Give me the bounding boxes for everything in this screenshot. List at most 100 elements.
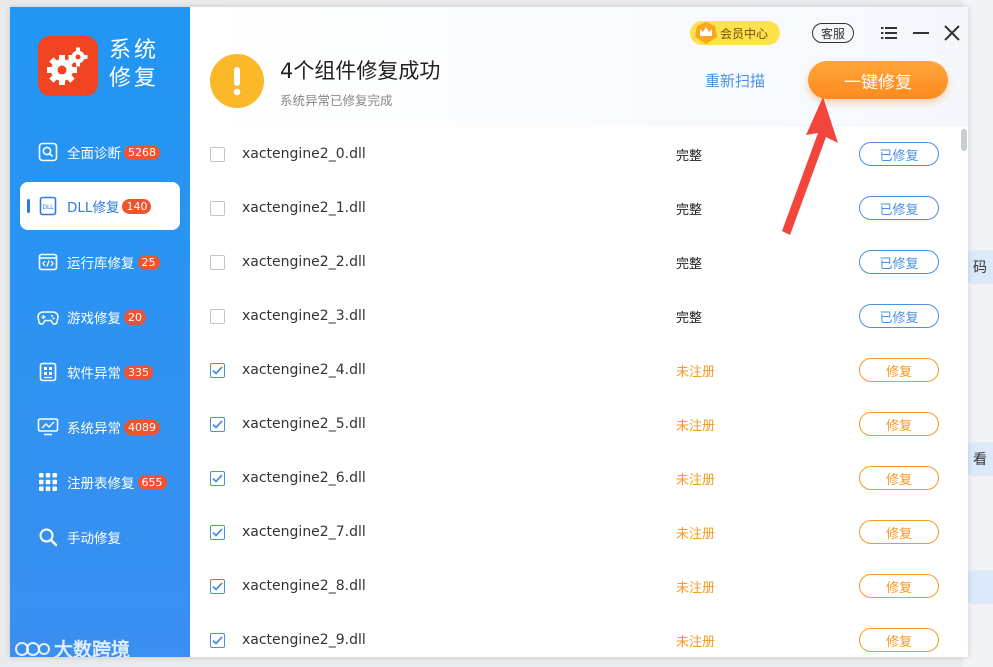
app-name-line1: 系统: [109, 38, 160, 63]
sidebar-item-label: DLL修复: [67, 200, 120, 216]
sidebar-item-runtime-repair[interactable]: 运行库修复 25: [20, 238, 180, 286]
sidebar-item-manual-repair[interactable]: 手动修复: [20, 513, 180, 561]
background-chip: 看: [967, 442, 993, 476]
sidebar-item-dll-repair[interactable]: DLL DLL修复 140: [20, 182, 180, 230]
checkmark-icon: [212, 581, 223, 591]
sidebar-item-system-error[interactable]: 系统异常 4089: [20, 403, 180, 451]
row-checkbox[interactable]: [210, 416, 225, 432]
row-checkbox[interactable]: [210, 578, 225, 594]
checkmark-icon: [212, 419, 223, 429]
sidebar-item-registry-repair[interactable]: 注册表修复 655: [20, 458, 180, 506]
sidebar-item-game-repair[interactable]: 游戏修复 20: [20, 293, 180, 341]
sidebar-item-label: 游戏修复: [67, 311, 121, 327]
app-logo: [38, 36, 98, 96]
watermark: 大数跨境: [14, 635, 130, 657]
file-name: xactengine2_1.dll: [242, 200, 366, 216]
sidebar-item-label: 手动修复: [67, 531, 121, 547]
table-row: xactengine2_6.dll 未注册 修复: [190, 451, 960, 505]
sidebar-item-full-diagnosis[interactable]: 全面诊断 5268: [20, 128, 180, 176]
app-window: 系统 修复 全面诊断 5268 DLL DLL修复 140 运行库修复 25 游…: [10, 7, 968, 657]
row-checkbox[interactable]: [210, 470, 225, 486]
row-checkbox[interactable]: [210, 200, 225, 216]
repair-button[interactable]: 修复: [859, 628, 939, 652]
row-checkbox[interactable]: [210, 632, 225, 648]
sidebar-item-label: 运行库修复: [67, 256, 135, 272]
count-badge: 335: [124, 364, 153, 380]
gear-logo-icon: [47, 47, 88, 85]
scroll-thumb[interactable]: [961, 129, 967, 151]
sidebar-item-label: 全面诊断: [67, 146, 121, 162]
checkmark-icon: [212, 365, 223, 375]
sidebar-item-label: 软件异常: [67, 366, 121, 382]
minimize-icon[interactable]: [910, 21, 932, 45]
checkmark-icon: [212, 635, 223, 645]
file-status: 完整: [676, 202, 703, 218]
search-screen-icon: [37, 141, 59, 163]
table-row: xactengine2_4.dll 未注册 修复: [190, 343, 960, 397]
file-name: xactengine2_2.dll: [242, 254, 366, 270]
file-name: xactengine2_9.dll: [242, 632, 366, 648]
repaired-button[interactable]: 已修复: [859, 196, 939, 220]
checkmark-icon: [212, 527, 223, 537]
count-badge: 20: [124, 309, 146, 325]
row-checkbox[interactable]: [210, 308, 225, 324]
file-status: 未注册: [676, 472, 716, 488]
table-row: xactengine2_5.dll 未注册 修复: [190, 397, 960, 451]
app-name-line2: 修复: [109, 66, 160, 91]
repaired-button[interactable]: 已修复: [859, 250, 939, 274]
count-badge: 655: [137, 474, 167, 490]
sidebar-item-software-error[interactable]: 软件异常 335: [20, 348, 180, 396]
customer-service-button[interactable]: 客服: [812, 23, 855, 43]
rescan-link[interactable]: 重新扫描: [705, 70, 765, 91]
dll-file-icon: DLL: [37, 195, 59, 217]
file-name: xactengine2_8.dll: [242, 578, 366, 594]
file-name: xactengine2_4.dll: [242, 362, 366, 378]
repair-button[interactable]: 修复: [859, 466, 939, 490]
repaired-button[interactable]: 已修复: [859, 142, 939, 166]
app-grid-icon: [37, 361, 59, 383]
file-status: 未注册: [676, 364, 716, 380]
table-row: xactengine2_0.dll 完整 已修复: [190, 127, 960, 181]
file-name: xactengine2_6.dll: [242, 470, 366, 486]
repair-button[interactable]: 修复: [859, 574, 939, 598]
repaired-button[interactable]: 已修复: [859, 304, 939, 328]
svg-text:DLL: DLL: [42, 204, 54, 211]
repair-button[interactable]: 修复: [859, 412, 939, 436]
code-window-icon: [37, 251, 59, 273]
file-name: xactengine2_7.dll: [242, 524, 366, 540]
menu-icon[interactable]: [878, 21, 900, 45]
sidebar-item-label: 系统异常: [67, 421, 121, 437]
row-checkbox[interactable]: [210, 254, 225, 270]
monitor-icon: [37, 416, 59, 438]
close-icon[interactable]: [941, 21, 963, 45]
scrollbar[interactable]: [960, 127, 968, 657]
sidebar: 系统 修复 全面诊断 5268 DLL DLL修复 140 运行库修复 25 游…: [10, 7, 190, 657]
one-click-fix-button[interactable]: 一键修复: [808, 61, 948, 99]
background-chip: [967, 570, 993, 604]
repair-button[interactable]: 修复: [859, 358, 939, 382]
file-status: 未注册: [676, 634, 716, 650]
active-indicator: [27, 199, 30, 213]
file-status: 未注册: [676, 526, 716, 542]
file-name: xactengine2_3.dll: [242, 308, 366, 324]
dll-list: xactengine2_0.dll 完整 已修复 xactengine2_1.dll 完…: [190, 127, 968, 657]
gamepad-icon: [37, 306, 59, 328]
crown-icon: [693, 20, 719, 49]
file-status: 完整: [676, 310, 703, 326]
count-badge: 25: [137, 254, 160, 270]
table-row: xactengine2_8.dll 未注册 修复: [190, 559, 960, 613]
table-row: xactengine2_1.dll 完整 已修复: [190, 181, 960, 235]
magnifier-icon: [37, 526, 59, 548]
vip-center-button[interactable]: 会员中心: [690, 21, 781, 45]
file-status: 未注册: [676, 580, 716, 596]
row-checkbox[interactable]: [210, 146, 225, 162]
row-checkbox[interactable]: [210, 362, 225, 378]
table-row: xactengine2_7.dll 未注册 修复: [190, 505, 960, 559]
checkmark-icon: [212, 473, 223, 483]
file-status: 完整: [676, 148, 703, 164]
row-checkbox[interactable]: [210, 524, 225, 540]
repair-button[interactable]: 修复: [859, 520, 939, 544]
sidebar-item-label: 注册表修复: [67, 476, 135, 492]
file-name: xactengine2_0.dll: [242, 146, 366, 162]
header: 4个组件修复成功 系统异常已修复完成 会员中心 客服 重新扫描 一键修复: [190, 7, 968, 127]
